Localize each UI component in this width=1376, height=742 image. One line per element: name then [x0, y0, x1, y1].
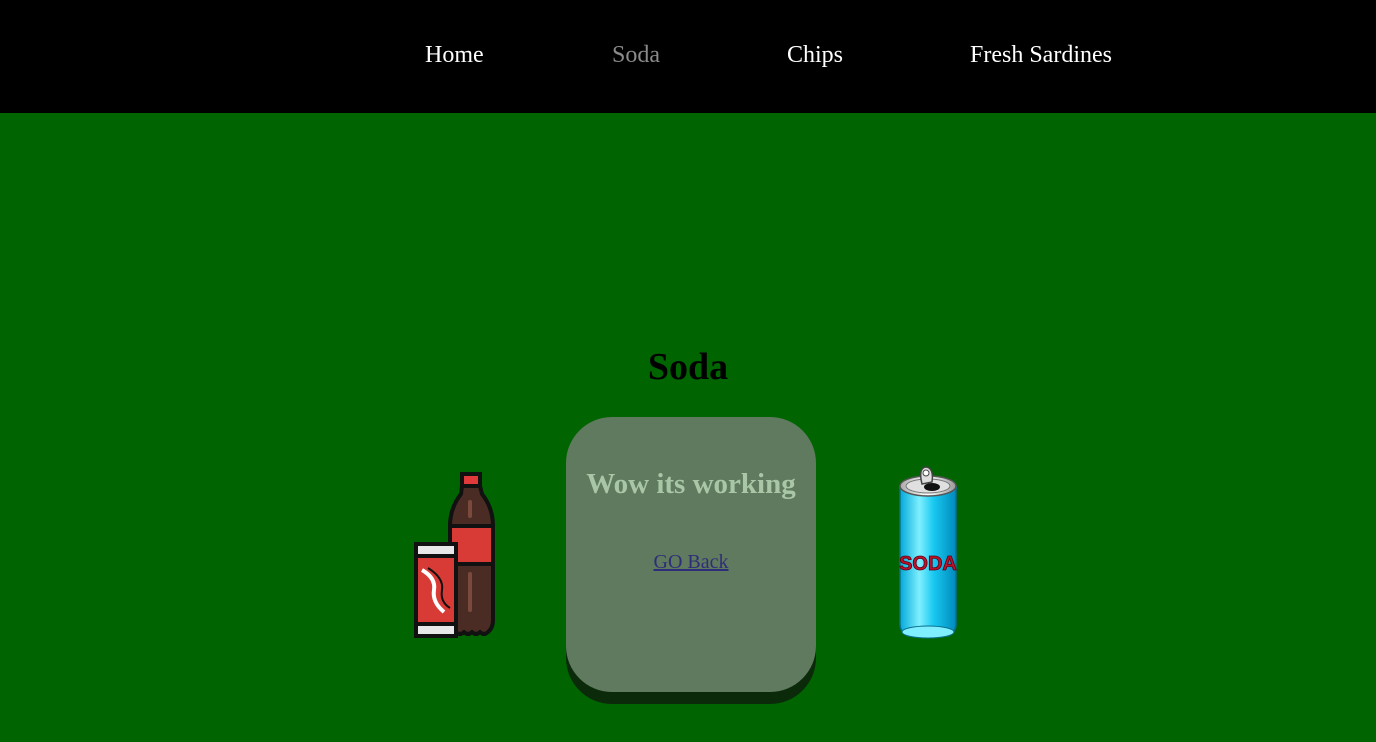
top-navbar: Home Soda Chips Fresh Sardines — [0, 0, 1376, 113]
nav-link-soda[interactable]: Soda — [612, 40, 660, 70]
page-title: Soda — [647, 346, 729, 388]
content-card: Wow its working GO Back — [566, 417, 816, 692]
card-heading: Wow its working — [586, 468, 796, 500]
soda-can-label: SODA — [899, 553, 957, 575]
blue-soda-can-icon: SODA — [892, 464, 964, 640]
go-back-link[interactable]: GO Back — [566, 550, 816, 574]
nav-link-chips[interactable]: Chips — [787, 40, 843, 70]
nav-link-fresh-sardines[interactable]: Fresh Sardines — [970, 40, 1112, 70]
cola-bottle-and-can-icon — [410, 470, 500, 640]
nav-link-home[interactable]: Home — [425, 40, 484, 70]
